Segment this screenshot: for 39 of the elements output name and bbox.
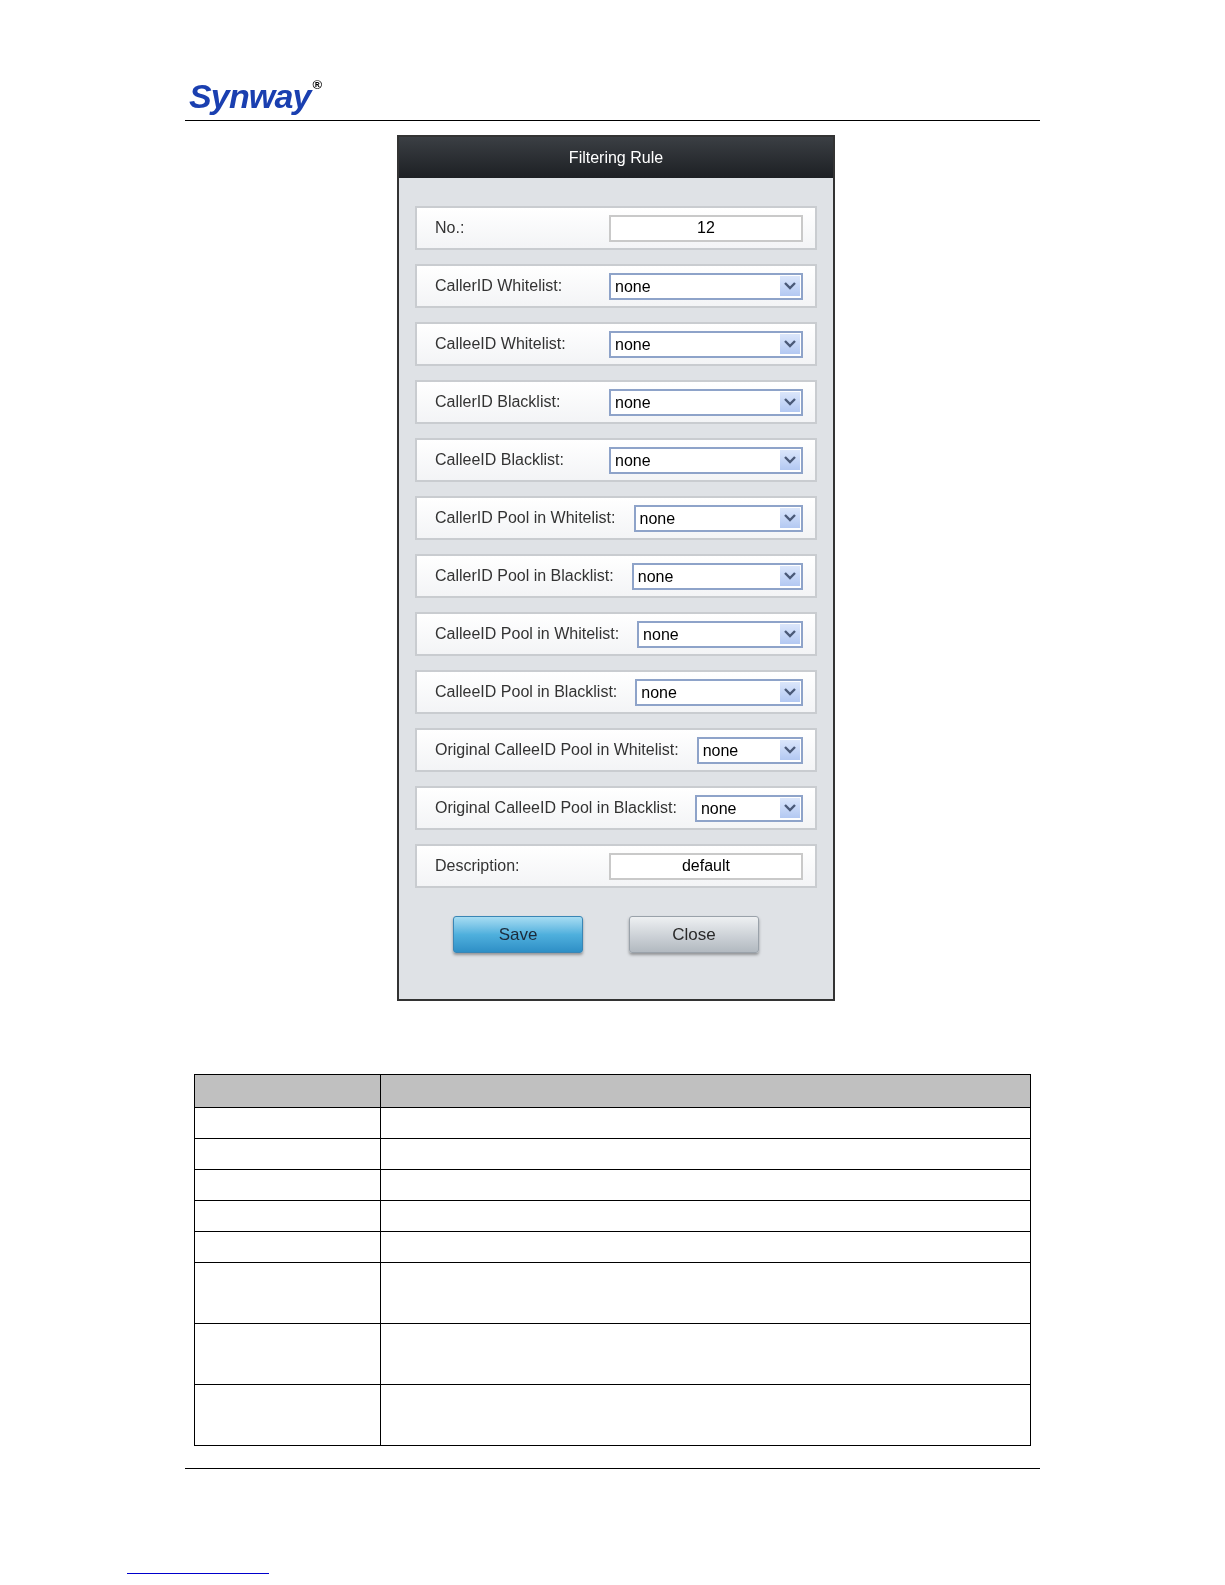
dropdown[interactable]: none [637, 620, 803, 648]
chevron-down-icon [780, 798, 800, 818]
chevron-down-icon [780, 740, 800, 760]
logo: Synway [189, 78, 311, 114]
field-label: Original CalleeID Pool in Blacklist: [435, 798, 677, 818]
dropdown[interactable]: none [609, 446, 803, 474]
field-label: Original CalleeID Pool in Whitelist: [435, 740, 679, 760]
field-label: CalleeID Whitelist: [435, 334, 567, 354]
chevron-down-icon [780, 682, 800, 702]
dialog-button[interactable]: Save [453, 916, 583, 953]
field-label: CalleeID Pool in Blacklist: [435, 682, 618, 702]
field-label: CalleeID Blacklist: [435, 450, 565, 470]
field-label: CalleeID Pool in Whitelist: [435, 624, 620, 644]
field-label: No.: [435, 218, 466, 238]
field-label: CallerID Pool in Whitelist: [435, 508, 616, 528]
registered-mark: ® [312, 78, 323, 92]
chevron-down-icon [780, 450, 800, 470]
field-label: CallerID Blacklist: [435, 392, 562, 412]
dropdown[interactable]: none [609, 330, 803, 358]
dropdown[interactable]: none [609, 388, 803, 416]
chevron-down-icon [780, 508, 800, 528]
dropdown[interactable]: none [609, 272, 803, 300]
chevron-down-icon [780, 624, 800, 644]
dialog-button[interactable]: Close [629, 916, 759, 953]
chevron-down-icon [780, 276, 800, 296]
field-label: CallerID Whitelist: [435, 276, 564, 296]
dialog-title: Filtering Rule [399, 137, 833, 178]
dropdown[interactable]: none [633, 504, 803, 532]
chevron-down-icon [780, 392, 800, 412]
text-field[interactable]: default [609, 852, 803, 880]
dropdown[interactable]: none [694, 794, 803, 822]
dropdown[interactable]: none [635, 678, 803, 706]
dropdown[interactable]: none [631, 562, 803, 590]
field-label: Description: [435, 856, 521, 876]
chevron-down-icon [780, 566, 800, 586]
text-field[interactable]: 12 [609, 214, 803, 242]
chevron-down-icon [780, 334, 800, 354]
dropdown[interactable]: none [696, 736, 803, 764]
field-label: CallerID Pool in Blacklist: [435, 566, 614, 586]
